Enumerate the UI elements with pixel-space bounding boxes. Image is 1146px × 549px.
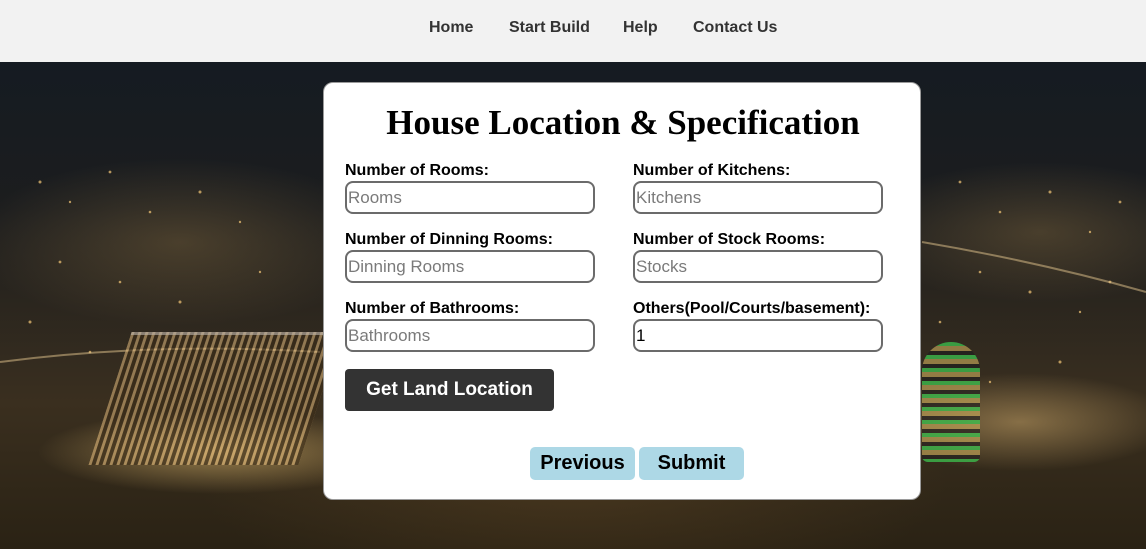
rooms-label: Number of Rooms: — [345, 162, 489, 179]
nav-link-contact-us[interactable]: Contact Us — [693, 18, 777, 38]
bathrooms-input[interactable] — [345, 319, 595, 352]
stock-rooms-label: Number of Stock Rooms: — [633, 231, 826, 248]
building-illustration-right — [922, 342, 980, 462]
others-field-group: Others(Pool/Courts/basement): — [633, 300, 883, 352]
bathrooms-field-group: Number of Bathrooms: — [345, 300, 595, 352]
nav-link-home[interactable]: Home — [429, 18, 473, 38]
others-input[interactable] — [633, 319, 883, 352]
nav-link-start-build[interactable]: Start Build — [509, 18, 590, 38]
kitchens-field-group: Number of Kitchens: — [633, 162, 883, 214]
top-navigation-bar: Home Start Build Help Contact Us — [0, 0, 1146, 62]
dinning-rooms-field-group: Number of Dinning Rooms: — [345, 231, 595, 283]
submit-button[interactable]: Submit — [639, 447, 744, 480]
kitchens-label: Number of Kitchens: — [633, 162, 791, 179]
get-land-location-button[interactable]: Get Land Location — [345, 369, 554, 411]
building-illustration-left — [88, 332, 342, 465]
main-nav: Home Start Build Help Contact Us — [0, 18, 1146, 40]
dinning-rooms-label: Number of Dinning Rooms: — [345, 231, 553, 248]
kitchens-input[interactable] — [633, 181, 883, 214]
specification-form-card: House Location & Specification Number of… — [323, 82, 921, 500]
form-title: House Location & Specification — [386, 103, 860, 142]
rooms-input[interactable] — [345, 181, 595, 214]
bathrooms-label: Number of Bathrooms: — [345, 300, 520, 317]
others-label: Others(Pool/Courts/basement): — [633, 300, 871, 317]
stock-rooms-input[interactable] — [633, 250, 883, 283]
previous-button[interactable]: Previous — [530, 447, 635, 480]
stock-rooms-field-group: Number of Stock Rooms: — [633, 231, 883, 283]
dinning-rooms-input[interactable] — [345, 250, 595, 283]
rooms-field-group: Number of Rooms: — [345, 162, 595, 214]
nav-link-help[interactable]: Help — [623, 18, 658, 38]
